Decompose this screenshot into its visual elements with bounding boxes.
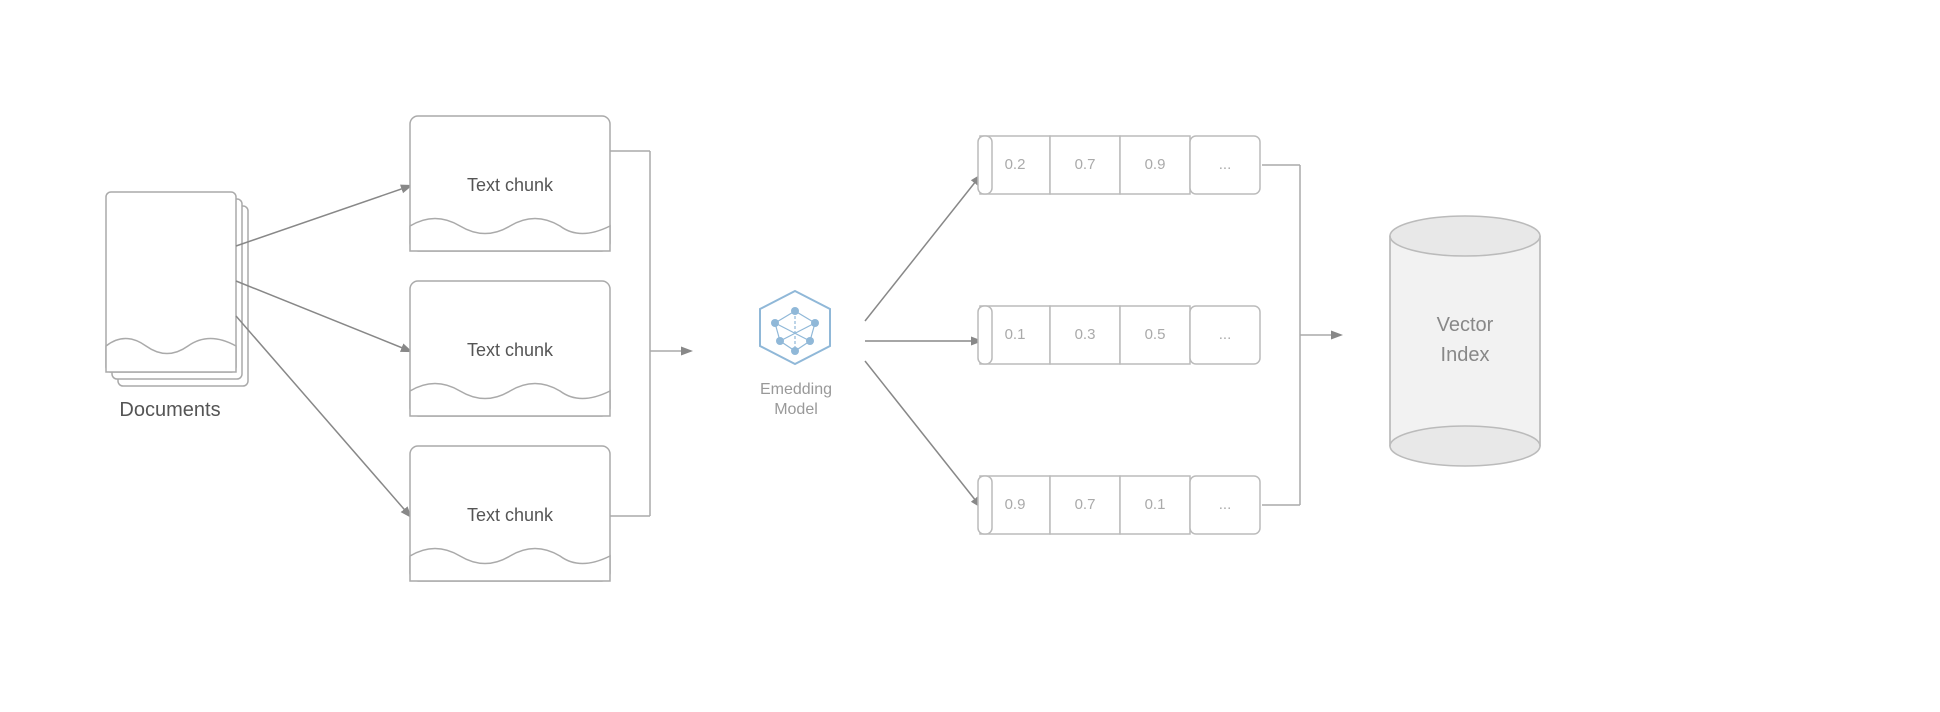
svg-text:Model: Model bbox=[774, 401, 818, 418]
svg-text:0.1: 0.1 bbox=[1145, 496, 1166, 513]
svg-text:...: ... bbox=[1219, 496, 1232, 513]
svg-text:0.1: 0.1 bbox=[1005, 326, 1026, 343]
svg-text:0.7: 0.7 bbox=[1075, 496, 1096, 513]
svg-text:0.9: 0.9 bbox=[1005, 496, 1026, 513]
svg-text:...: ... bbox=[1219, 156, 1232, 173]
svg-text:Vector: Vector bbox=[1437, 314, 1494, 336]
svg-text:Emedding: Emedding bbox=[760, 381, 832, 398]
svg-text:0.7: 0.7 bbox=[1075, 156, 1096, 173]
svg-text:0.9: 0.9 bbox=[1145, 156, 1166, 173]
svg-text:Text chunk: Text chunk bbox=[467, 505, 554, 525]
svg-text:0.5: 0.5 bbox=[1145, 326, 1166, 343]
svg-text:Documents: Documents bbox=[119, 399, 220, 421]
rag-diagram: Documents Text chunk Text chunk Text chu… bbox=[70, 36, 1870, 676]
svg-text:Text chunk: Text chunk bbox=[467, 340, 554, 360]
svg-text:0.3: 0.3 bbox=[1075, 326, 1096, 343]
svg-text:...: ... bbox=[1219, 326, 1232, 343]
svg-text:Index: Index bbox=[1441, 344, 1490, 366]
svg-text:Text chunk: Text chunk bbox=[467, 175, 554, 195]
svg-text:0.2: 0.2 bbox=[1005, 156, 1026, 173]
